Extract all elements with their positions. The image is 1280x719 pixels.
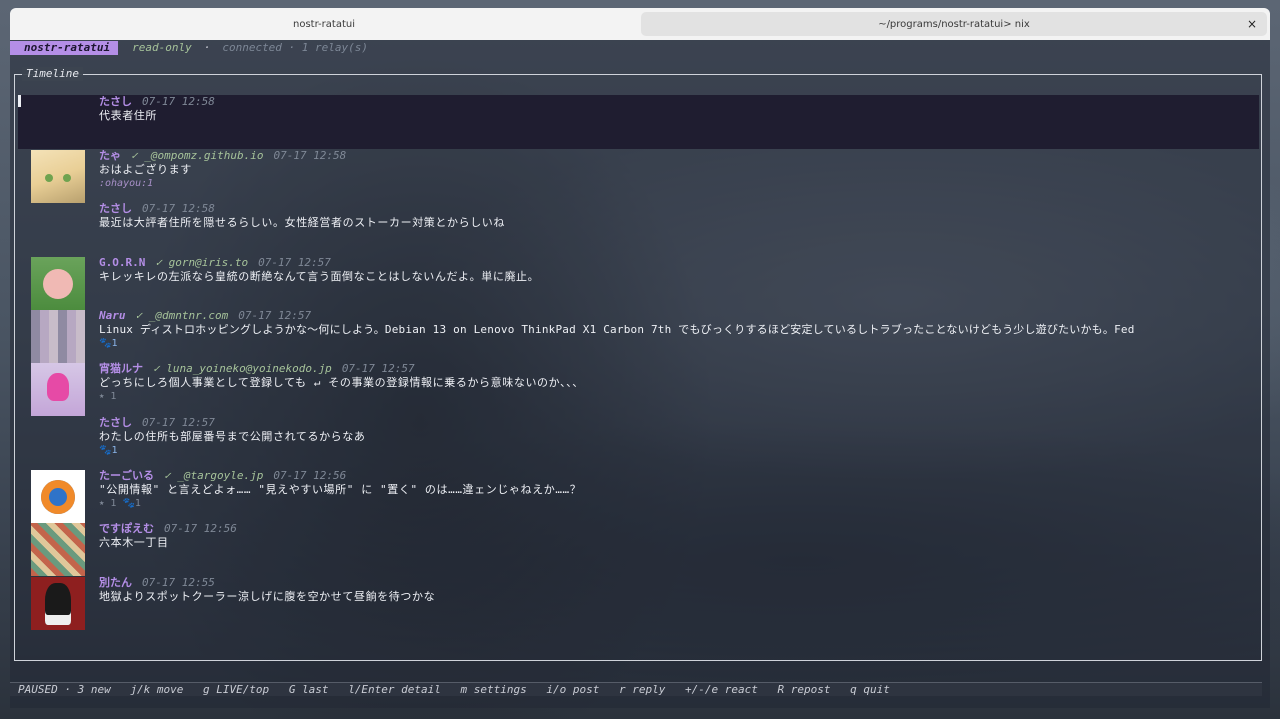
timestamp: 07-17 12:57 xyxy=(341,362,415,375)
author-name: たさし xyxy=(99,202,132,215)
nip05-badge: ✓ gorn@iris.to xyxy=(155,256,249,269)
hint-reply: r reply xyxy=(619,683,666,696)
note-text: 代表者住所 xyxy=(99,109,157,122)
avatar xyxy=(31,523,85,576)
timeline-item[interactable]: 別たん 07-17 12:55 地獄よりスポットクーラー涼しげに腹を空かせて昼餉を… xyxy=(18,576,1259,630)
avatar xyxy=(31,470,85,523)
hint-move: j/k move xyxy=(130,683,184,696)
author-name: たさし xyxy=(99,416,132,429)
timeline-item[interactable]: Naru ✓ _@dmntnr.com 07-17 12:57 Linux ディスト… xyxy=(18,309,1259,363)
timestamp: 07-17 12:57 xyxy=(238,309,312,322)
status-paused: PAUSED · 3 new xyxy=(18,683,111,696)
note-text: 六本木一丁目 xyxy=(99,536,169,549)
hint-detail: l/Enter detail xyxy=(348,683,441,696)
nip05-badge: ✓ _@ompomz.github.io xyxy=(131,149,264,162)
author-name: たさし xyxy=(99,95,132,108)
reactions: 🐾1 xyxy=(99,338,118,349)
note-text: "公開情報" と言えどよォ…… "見えやすい場所" に "置く" のは……違ェン… xyxy=(99,483,582,496)
status-bar: PAUSED · 3 new j/k move g LIVE/top G las… xyxy=(10,682,1262,696)
note-text: どっちにしろ個人事業として登録しても ↵ その事業の登録情報に乗るから意味ないの… xyxy=(99,376,584,389)
terminal[interactable]: nostr-ratatui read-only · connected · 1 … xyxy=(10,40,1270,708)
timestamp: 07-17 12:55 xyxy=(142,576,215,589)
timestamp: 07-17 12:57 xyxy=(258,256,331,269)
avatar xyxy=(31,257,85,310)
note-text: 地獄よりスポットクーラー涼しげに腹を空かせて昼餉を待つかな xyxy=(99,590,436,603)
mode-label: read-only xyxy=(132,41,192,54)
cursor xyxy=(18,95,21,107)
separator: · xyxy=(203,41,211,54)
tab-nostr-ratatui[interactable]: nostr-ratatui xyxy=(10,12,638,36)
author-name: Naru xyxy=(99,309,126,322)
tab-label: ~/programs/nostr-ratatui> nix xyxy=(878,18,1030,30)
timeline-item[interactable]: たーごいる ✓ _@targoyle.jp 07-17 12:56 "公開情報" と… xyxy=(18,469,1259,523)
nip05-badge: ✓ luna_yoineko@yoinekodo.jp xyxy=(153,362,332,375)
timestamp: 07-17 12:56 xyxy=(164,522,237,535)
hint-post: i/o post xyxy=(546,683,600,696)
author-name: たーごいる xyxy=(99,469,154,482)
avatar xyxy=(31,150,85,203)
close-icon[interactable]: × xyxy=(1247,17,1257,31)
avatar xyxy=(31,310,85,363)
reactions: ⭑ 1 xyxy=(99,391,117,402)
note-text: わたしの住所も部屋番号まで公開されてるからなあ xyxy=(99,430,366,443)
hint-react: +/-/e react xyxy=(684,683,758,696)
reactions: 🐾1 xyxy=(99,445,118,456)
author-name: G.O.R.N xyxy=(99,256,146,269)
note-text: おはよござります xyxy=(99,163,192,176)
timeline-item[interactable]: たさし 07-17 12:58 最近は大評者住所を隠せるらしい。女性経営者のストー… xyxy=(18,202,1259,255)
timeline-item[interactable]: ですぽえむ 07-17 12:56 六本木一丁目 xyxy=(18,522,1259,576)
hint-repost: R repost xyxy=(777,683,831,696)
timeline-panel: Timeline たさし 07-17 12:58 代表者住所 たゃ ✓ _@ompo… xyxy=(14,67,1262,661)
timeline-item[interactable]: G.O.R.N ✓ gorn@iris.to 07-17 12:57 キレッキレの左… xyxy=(18,256,1259,310)
avatar xyxy=(31,363,85,416)
timestamp: 07-17 12:58 xyxy=(142,202,215,215)
nip05-badge: ✓ _@dmntnr.com xyxy=(135,309,229,322)
timestamp: 07-17 12:58 xyxy=(273,149,347,162)
hint-live-top: g LIVE/top xyxy=(202,683,270,696)
hint-quit: q quit xyxy=(850,683,890,696)
hint-last: G last xyxy=(288,683,329,696)
timestamp: 07-17 12:56 xyxy=(273,469,347,482)
reactions: :ohayou:1 xyxy=(99,178,154,189)
avatar xyxy=(31,577,85,630)
nip05-badge: ✓ _@targoyle.jp xyxy=(164,469,264,482)
author-name: 別たん xyxy=(99,576,132,589)
note-text: Linux ディストロホッピングしようかな～何にしよう。Debian 13 on… xyxy=(99,323,1135,336)
note-text: キレッキレの左派なら皇統の断絶なんて言う面倒なことはしないんだよ。単に廃止。 xyxy=(99,270,540,283)
timestamp: 07-17 12:57 xyxy=(142,416,215,429)
note-text: 最近は大評者住所を隠せるらしい。女性経営者のストーカー対策とからしいね xyxy=(99,216,505,229)
timeline-item[interactable]: たゃ ✓ _@ompomz.github.io 07-17 12:58 おはよござり… xyxy=(18,149,1259,203)
author-name: ですぽえむ xyxy=(99,522,154,535)
timeline-item-selected[interactable]: たさし 07-17 12:58 代表者住所 xyxy=(18,95,1259,149)
tab-label: nostr-ratatui xyxy=(293,18,355,30)
tab-shell[interactable]: ~/programs/nostr-ratatui> nix × xyxy=(641,12,1267,36)
timeline-title: Timeline xyxy=(22,67,83,81)
author-name: たゃ xyxy=(99,149,121,162)
timeline-item[interactable]: たさし 07-17 12:57 わたしの住所も部屋番号まで公開されてるからなあ 🐾… xyxy=(18,416,1259,469)
hint-settings: m settings xyxy=(460,683,527,696)
connection-status: connected · 1 relay(s) xyxy=(222,41,369,54)
author-name: 宵猫ルナ xyxy=(99,362,143,375)
app-name: nostr-ratatui xyxy=(10,40,119,55)
reactions: ⭑ 1 🐾1 xyxy=(99,498,141,509)
header-bar: nostr-ratatui read-only · connected · 1 … xyxy=(10,40,368,55)
tab-bar: nostr-ratatui ~/programs/nostr-ratatui> … xyxy=(10,8,1270,40)
timeline-item[interactable]: 宵猫ルナ ✓ luna_yoineko@yoinekodo.jp 07-17 12:… xyxy=(18,362,1259,416)
timestamp: 07-17 12:58 xyxy=(142,95,215,108)
